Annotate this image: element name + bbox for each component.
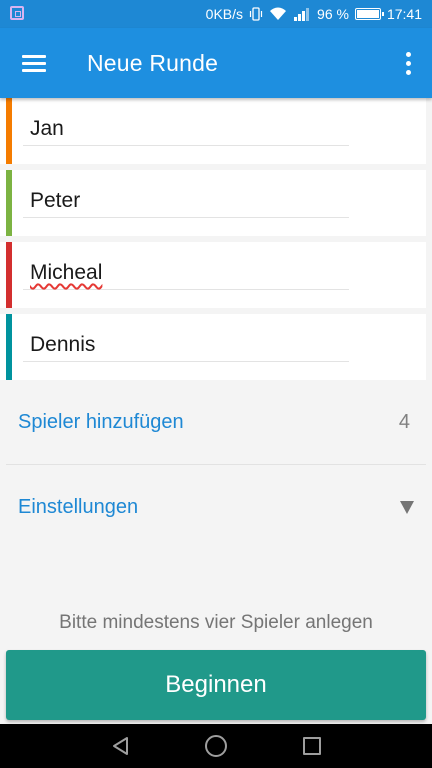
player-name-input[interactable]: Dennis [23, 330, 349, 362]
navigation-bar [0, 724, 432, 768]
status-right: 0KB/s 96 % 17:41 [206, 0, 422, 28]
player-name-input[interactable]: Micheal [23, 258, 349, 290]
status-bar: 0KB/s 96 % 17:41 [0, 0, 432, 28]
player-name-text: Micheal [30, 261, 103, 284]
player-card: Peter [0, 170, 426, 236]
player-color-bar [6, 98, 12, 164]
battery-percent: 96 % [317, 6, 349, 22]
recent-apps-icon[interactable] [303, 737, 321, 755]
clock: 17:41 [386, 6, 422, 22]
status-left [10, 6, 24, 23]
add-player-link[interactable]: Spieler hinzufügen [18, 411, 184, 434]
settings-row[interactable]: Einstellungen [6, 467, 426, 547]
dropdown-arrow-icon[interactable] [400, 500, 414, 514]
battery-icon [354, 8, 384, 20]
player-color-bar [6, 314, 12, 380]
back-icon[interactable] [111, 736, 131, 756]
hint-text: Bitte mindestens vier Spieler anlegen [59, 612, 373, 633]
gallery-notification-icon [10, 6, 24, 20]
player-color-bar [6, 242, 12, 308]
player-name-input[interactable]: Peter [23, 186, 349, 218]
settings-link[interactable]: Einstellungen [18, 496, 138, 519]
player-card: Dennis [0, 314, 426, 380]
player-color-bar [6, 170, 12, 236]
player-name-input[interactable]: Jan [23, 114, 349, 146]
network-speed: 0KB/s [205, 6, 244, 22]
home-icon[interactable] [205, 735, 227, 757]
page-title: Neue Runde [87, 50, 219, 76]
add-player-row[interactable]: Spieler hinzufügen 4 [6, 382, 426, 462]
menu-button[interactable] [14, 45, 54, 81]
more-vert-icon[interactable] [396, 45, 420, 81]
player-count: 4 [398, 410, 410, 433]
hamburger-menu-icon [22, 54, 46, 72]
signal-icon [294, 8, 310, 21]
wifi-icon [270, 7, 287, 20]
player-card: Jan [0, 98, 426, 164]
vibrate-icon [249, 7, 263, 21]
divider [6, 464, 426, 465]
begin-button[interactable]: Beginnen [6, 650, 426, 720]
player-card: Micheal [0, 242, 426, 308]
app-bar: Neue Runde [0, 28, 432, 98]
